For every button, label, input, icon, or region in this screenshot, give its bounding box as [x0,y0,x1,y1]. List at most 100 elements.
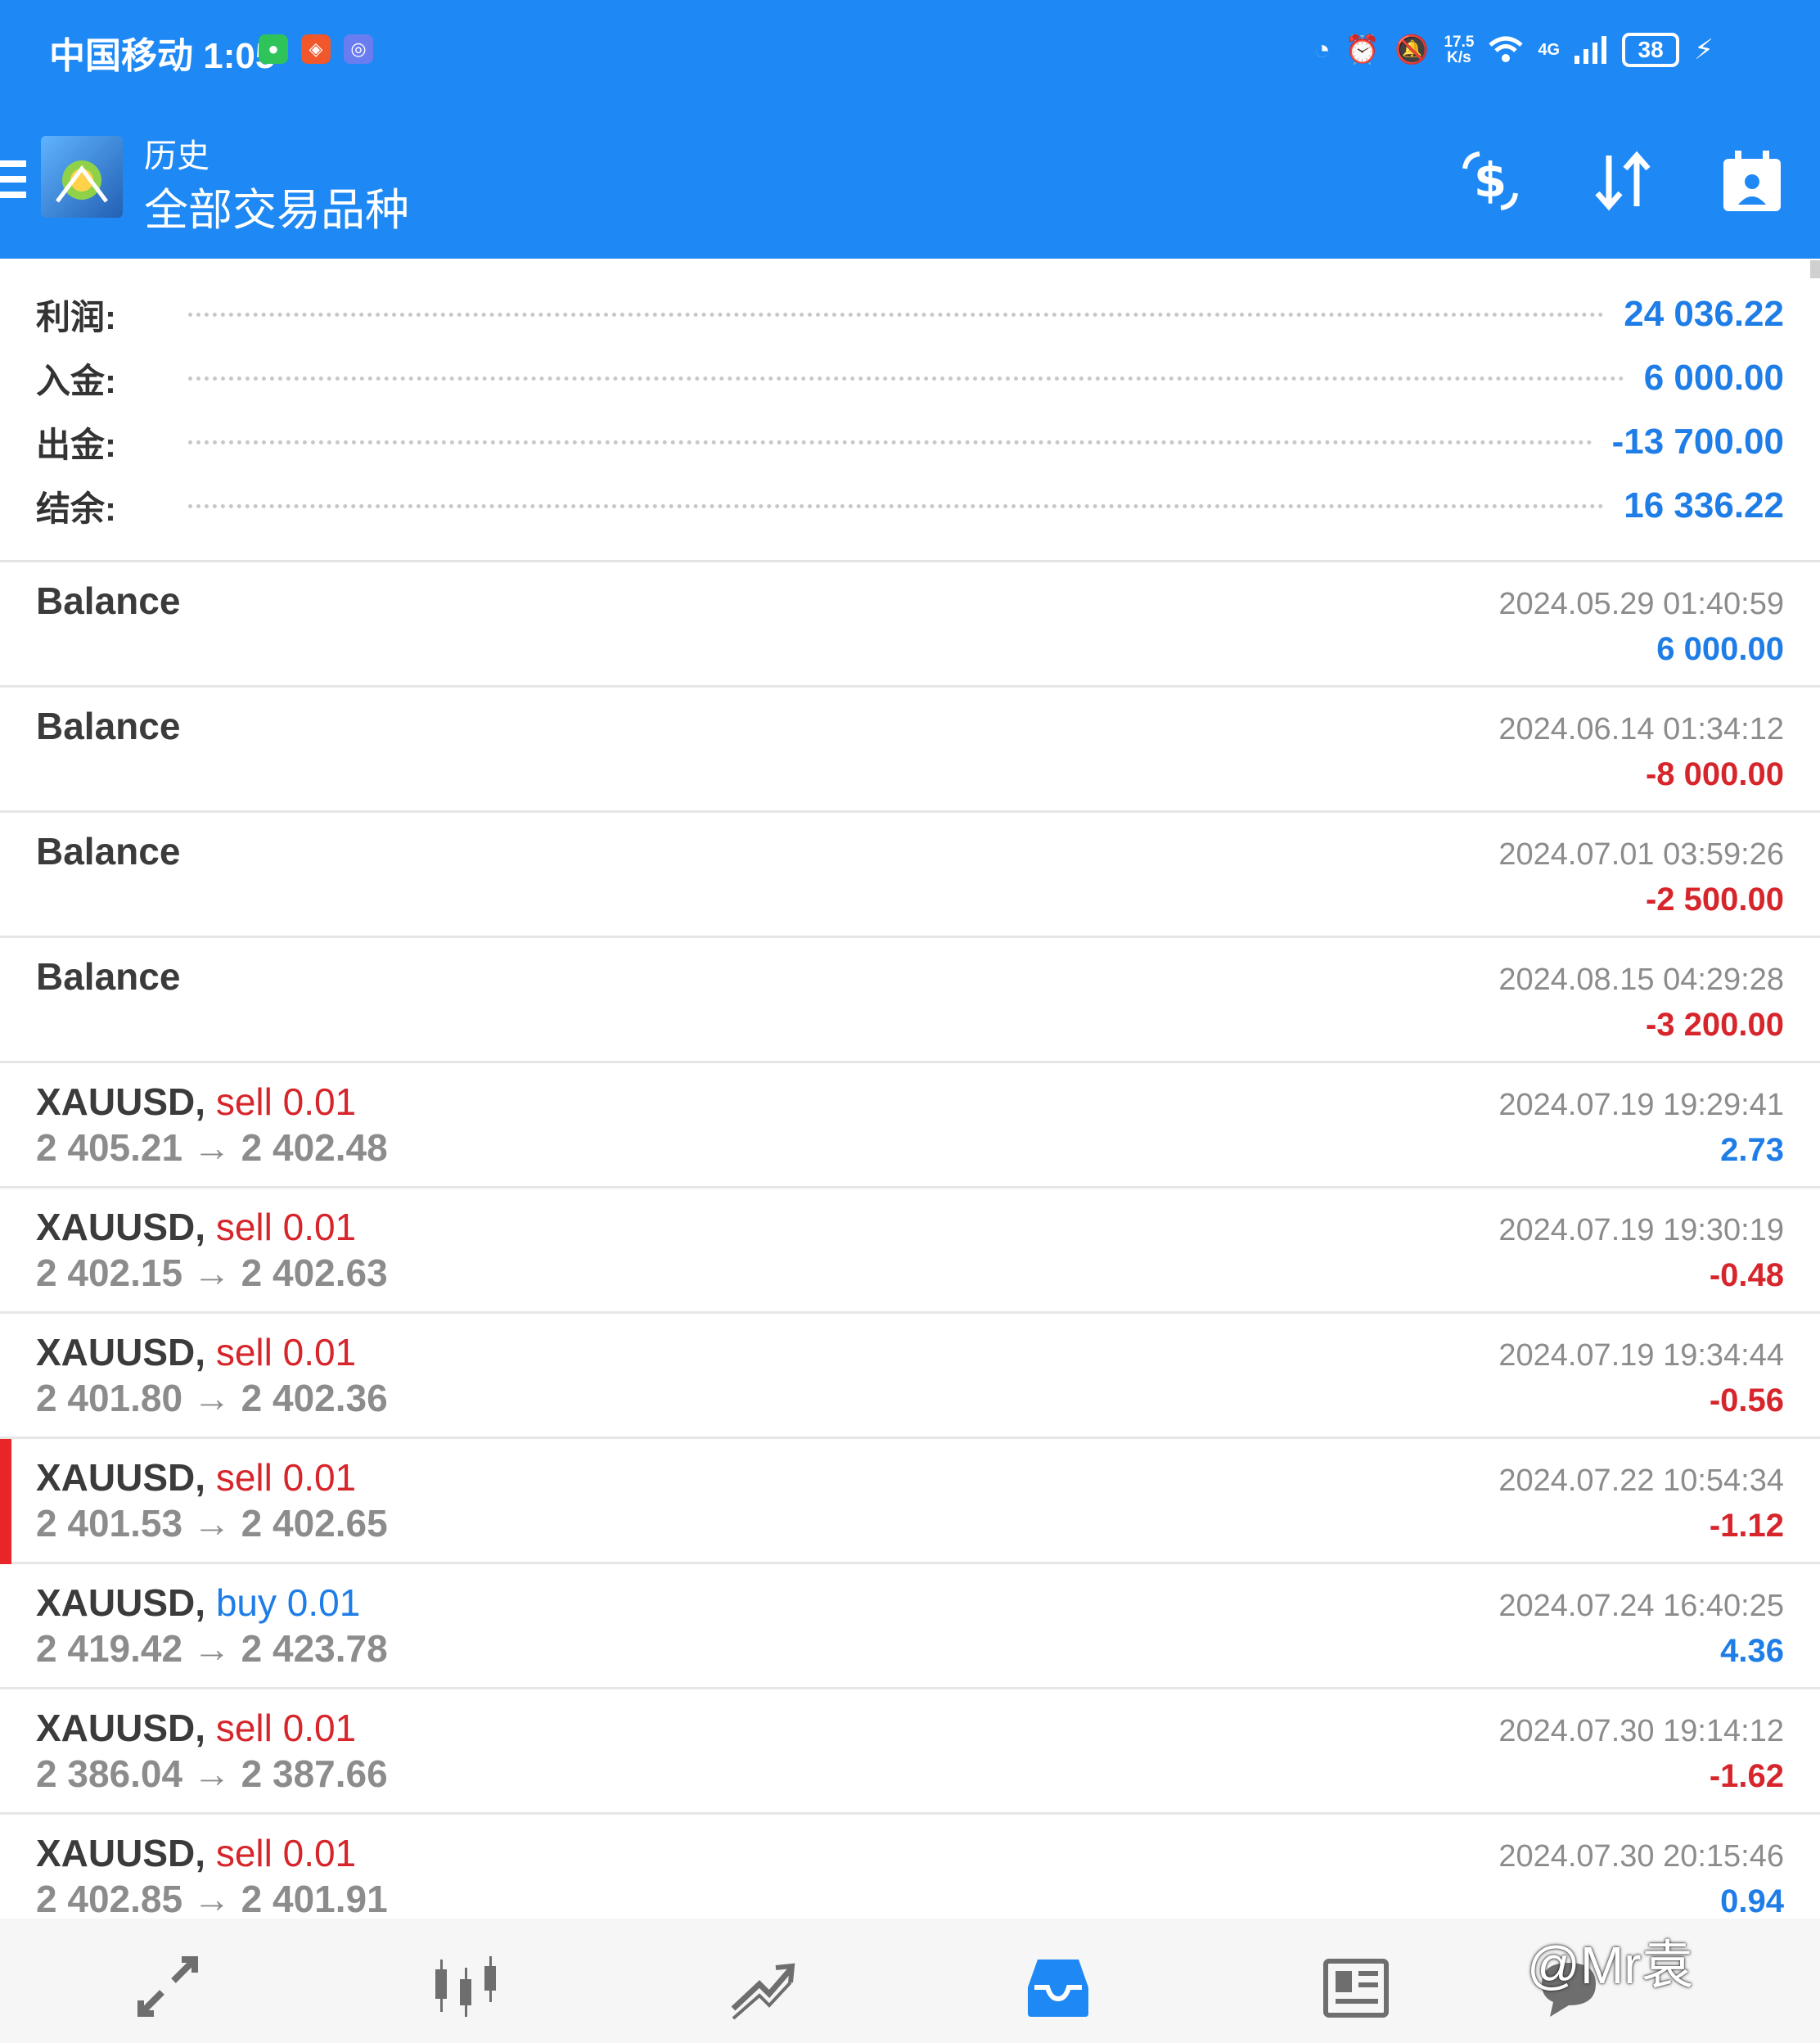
menu-icon[interactable] [0,160,26,198]
trade-title: XAUUSD, sell 0.01 [36,1706,356,1750]
row-date: 2024.06.14 01:34:12 [1498,712,1784,746]
trade-row[interactable]: XAUUSD, sell 0.01 2 402.15 → 2 402.63 20… [0,1188,1820,1314]
row-date: 2024.07.22 10:54:34 [1498,1463,1784,1498]
trade-row[interactable]: XAUUSD, buy 0.01 2 419.42 → 2 423.78 202… [0,1564,1820,1689]
row-date: 2024.07.24 16:40:25 [1498,1589,1784,1623]
list-item[interactable]: Balance 2024.05.29 01:40:59 6 000.00 [0,562,1820,688]
data-saver-icon: ◔ [1313,34,1331,65]
row-amount: -8 000.00 [1645,756,1784,792]
row-title: Balance [36,705,181,747]
mute-icon: 🔕 [1394,34,1430,65]
summary-profit: 利润: 24 036.22 [36,290,1784,339]
battery-indicator: 38 [1622,33,1680,67]
trade-row[interactable]: XAUUSD, sell 0.01 2 386.04 → 2 387.66 20… [0,1689,1820,1815]
list-item[interactable]: Balance 2024.08.15 04:29:28 -3 200.00 [0,938,1820,1063]
app-notification-icon: ◈ [301,34,331,64]
status-icons: ◔ ⏰ 🔕 17.5 K/s 4G 38 ⚡ [1313,29,1714,70]
summary-label: 出金: [36,425,116,464]
carrier-time: 中国移动 1:05 [49,36,276,76]
summary-value: 24 036.22 [1624,294,1784,334]
history-icon[interactable] [1023,1951,1093,2022]
trade-prices: 2 401.53 → 2 402.65 [36,1502,388,1545]
signal-icon [1574,36,1607,64]
history-summary: 利润: 24 036.22 入金: 6 000.00 出金: -13 700.0… [0,259,1820,560]
list-item[interactable]: Balance 2024.07.01 03:59:26 -2 500.00 [0,813,1820,938]
trade-title: XAUUSD, sell 0.01 [36,1330,356,1374]
wechat-icon: ● [259,34,288,64]
row-amount: -0.48 [1709,1257,1784,1293]
summary-label: 入金: [36,361,116,400]
row-date: 2024.07.19 19:30:19 [1498,1213,1784,1247]
trade-side: buy 0.01 [215,1581,361,1624]
trade-icon[interactable] [727,1951,797,2022]
trade-title: XAUUSD, buy 0.01 [36,1581,360,1625]
alarm-icon: ⏰ [1345,34,1381,65]
network-speed: 17.5 K/s [1444,34,1475,66]
row-title: Balance [36,830,181,873]
row-amount: -2 500.00 [1645,882,1784,918]
scrollbar[interactable] [1810,260,1820,278]
summary-value: 16 336.22 [1624,485,1784,525]
network-type: 4G [1538,40,1561,59]
row-amount: 4.36 [1720,1633,1784,1669]
summary-deposit: 入金: 6 000.00 [36,354,1784,403]
row-date: 2024.05.29 01:40:59 [1498,587,1784,621]
trade-prices: 2 419.42 → 2 423.78 [36,1627,388,1670]
trade-title: XAUUSD, sell 0.01 [36,1831,356,1875]
dotted-leader [188,503,1605,508]
trade-row[interactable]: XAUUSD, sell 0.01 2 405.21 → 2 402.48 20… [0,1063,1820,1188]
dotted-leader [188,312,1605,317]
summary-label: 利润: [36,297,116,336]
sort-icon[interactable] [1586,144,1660,218]
row-date: 2024.07.19 19:34:44 [1498,1338,1784,1373]
trade-prices: 2 401.80 → 2 402.36 [36,1377,388,1419]
row-date: 2024.07.01 03:59:26 [1498,837,1784,872]
summary-label: 结余: [36,489,116,528]
quotes-icon[interactable] [133,1951,203,2022]
trade-row-selected[interactable]: XAUUSD, sell 0.01 2 401.53 → 2 402.65 20… [0,1439,1820,1564]
row-title: Balance [36,580,181,622]
trade-side: sell 0.01 [215,1331,357,1373]
dotted-leader [188,376,1624,381]
summary-withdrawal: 出金: -13 700.00 [36,417,1784,467]
trade-title: XAUUSD, sell 0.01 [36,1080,356,1124]
trade-side: sell 0.01 [215,1456,357,1499]
trade-prices: 2 386.04 → 2 387.66 [36,1752,388,1795]
page-title: 历史 [144,138,209,174]
row-date: 2024.07.19 19:29:41 [1498,1088,1784,1122]
history-list: Balance 2024.05.29 01:40:59 6 000.00 Bal… [0,562,1820,1940]
row-amount: 6 000.00 [1656,631,1784,667]
row-amount: -0.56 [1709,1382,1784,1418]
trade-symbol: XAUUSD, [36,1581,206,1624]
trade-side: sell 0.01 [215,1206,357,1248]
trade-prices: 2 402.85 → 2 401.91 [36,1878,388,1920]
trade-side: sell 0.01 [215,1707,357,1749]
row-amount: 2.73 [1720,1132,1784,1168]
trade-side: sell 0.01 [215,1832,357,1874]
news-icon[interactable] [1321,1951,1391,2022]
add-report-icon[interactable] [1715,144,1789,218]
app-bar: 中国移动 1:05 ● ◈ ◎ ◔ ⏰ 🔕 17.5 K/s 4G 38 ⚡ 历… [0,0,1820,259]
row-date: 2024.07.30 19:14:12 [1498,1714,1784,1748]
trade-symbol: XAUUSD, [36,1832,206,1874]
row-amount: -1.62 [1709,1758,1784,1794]
wifi-icon [1489,36,1524,62]
row-date: 2024.08.15 04:29:28 [1498,963,1784,997]
list-item[interactable]: Balance 2024.06.14 01:34:12 -8 000.00 [0,688,1820,813]
app-notification-icon-2: ◎ [344,34,373,64]
summary-value: 6 000.00 [1643,358,1784,398]
charging-icon: ⚡ [1694,34,1714,65]
chart-icon[interactable] [430,1951,501,2022]
symbol-filter-title[interactable]: 全部交易品种 [144,174,409,238]
trade-symbol: XAUUSD, [36,1080,206,1123]
trade-row[interactable]: XAUUSD, sell 0.01 2 401.80 → 2 402.36 20… [0,1314,1820,1439]
row-date: 2024.07.30 20:15:46 [1498,1839,1784,1874]
trade-side: sell 0.01 [215,1080,357,1123]
currency-exchange-icon[interactable]: $ [1453,144,1527,218]
trade-symbol: XAUUSD, [36,1456,206,1499]
trade-prices: 2 402.15 → 2 402.63 [36,1252,388,1294]
status-bar: 中国移动 1:05 ● ◈ ◎ ◔ ⏰ 🔕 17.5 K/s 4G 38 ⚡ [0,0,1820,98]
trade-prices: 2 405.21 → 2 402.48 [36,1126,388,1169]
summary-balance: 结余: 16 336.22 [36,481,1784,530]
row-amount: -1.12 [1709,1508,1784,1544]
